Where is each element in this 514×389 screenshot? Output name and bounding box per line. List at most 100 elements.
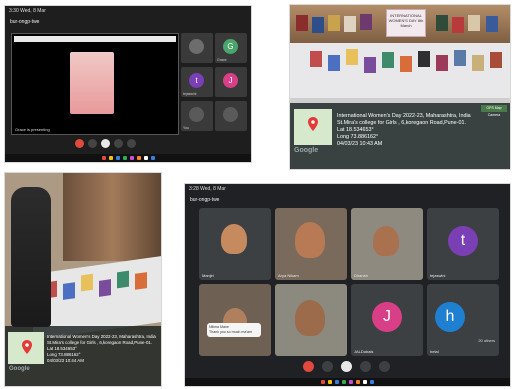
mic-button[interactable] — [341, 361, 352, 372]
app-icon[interactable] — [122, 156, 127, 160]
participant-tile[interactable] — [199, 284, 271, 356]
book — [296, 15, 308, 31]
status-bar: 3:28 Wed, 8 Mar — [189, 186, 226, 192]
app-icon[interactable] — [328, 380, 332, 384]
participant-video — [221, 224, 247, 254]
app-icon[interactable] — [356, 380, 360, 384]
participant-name: tejaswini — [183, 92, 197, 96]
participant-tile[interactable]: You — [181, 101, 213, 131]
participant-tile[interactable]: Dhansh — [351, 208, 423, 280]
participant-name: Arya Nikam — [278, 273, 299, 278]
raise-hand-button[interactable] — [360, 361, 371, 372]
others-count-button[interactable]: 20 others — [475, 336, 498, 345]
participant-avatar: J — [372, 302, 402, 332]
camera-button[interactable] — [322, 361, 333, 372]
participant-tile[interactable]: t tejaswini — [181, 67, 213, 97]
meeting-screenshot-bottom: 3:28 Wed, 8 Mar bur-ongp-twe Manjiri Ary… — [184, 183, 511, 387]
participant-tile[interactable] — [215, 101, 247, 131]
app-icon[interactable] — [108, 156, 113, 160]
book — [310, 51, 322, 67]
participant-name: Grace — [217, 58, 227, 62]
app-icon[interactable] — [115, 156, 120, 160]
app-dock — [185, 378, 510, 386]
meeting-code[interactable]: bur-ongp-twe — [190, 197, 219, 203]
map-pin-icon — [22, 340, 32, 354]
app-icon[interactable] — [363, 380, 367, 384]
participant-tile[interactable]: t tejaswini — [427, 208, 499, 280]
app-icon[interactable] — [342, 380, 346, 384]
book — [486, 16, 498, 32]
gps-camera-badge: GPS Map Camera — [481, 105, 507, 117]
call-controls — [75, 139, 136, 149]
app-icon[interactable] — [150, 156, 155, 160]
chat-bubble[interactable]: Nilima Mane Thank you so much ma'am — [207, 323, 261, 337]
meeting-code[interactable]: bur-ongp-twe — [10, 19, 39, 25]
participant-avatar: h — [435, 302, 465, 332]
screen-share-view[interactable]: Grace is presenting — [11, 33, 179, 135]
app-icon[interactable] — [143, 156, 148, 160]
end-call-button[interactable] — [303, 361, 314, 372]
participant-name: JALDubals — [354, 349, 374, 354]
book — [472, 55, 484, 71]
chat-message: Thank you so much ma'am — [209, 329, 253, 334]
geotag-latitude: Lat 18.534653° — [337, 127, 374, 133]
camera-button[interactable] — [88, 139, 97, 148]
participant-avatar — [189, 107, 204, 122]
display-table — [290, 43, 510, 98]
participant-video — [373, 226, 399, 256]
app-icon[interactable] — [370, 380, 374, 384]
app-icon[interactable] — [136, 156, 141, 160]
participant-tile[interactable]: J — [215, 67, 247, 97]
participant-tile[interactable]: Manjiri — [199, 208, 271, 280]
participant-tile[interactable]: h hetal — [427, 284, 499, 356]
participant-tile[interactable] — [181, 33, 213, 63]
book — [468, 15, 480, 31]
book — [418, 51, 430, 67]
participant-name: tejaswini — [430, 273, 446, 278]
womens-day-banner: INTERNATIONAL WOMEN'S DAY 8th March — [386, 9, 426, 37]
book — [360, 14, 372, 30]
participant-name: hetal — [430, 349, 439, 354]
book — [312, 17, 324, 33]
app-icon[interactable] — [321, 380, 325, 384]
participant-avatar: G — [223, 39, 238, 54]
end-call-button[interactable] — [75, 139, 84, 148]
app-icon[interactable] — [101, 156, 106, 160]
meeting-header: bur-ongp-twe — [185, 194, 510, 206]
geotag-title: International Women's Day 2022-23, Mahar… — [337, 113, 471, 119]
book — [382, 52, 394, 68]
participant-tile[interactable]: G Grace — [215, 33, 247, 63]
participant-tile[interactable] — [275, 284, 347, 356]
book — [328, 55, 340, 71]
more-options-button[interactable] — [379, 361, 390, 372]
geotag-timestamp: 04/03/23 10:43 AM — [337, 141, 383, 147]
app-icon[interactable] — [335, 380, 339, 384]
mic-button[interactable] — [101, 139, 110, 148]
more-options-button[interactable] — [127, 139, 136, 148]
library-photo: Google International Women's Day 2022-23… — [4, 172, 162, 387]
geotag-address: St.Mira's college for Girls , 6,koregaon… — [337, 120, 466, 126]
geotag-overlay: Google GPS Map Camera International Wome… — [290, 103, 510, 169]
map-pin-icon — [308, 117, 318, 131]
raise-hand-button[interactable] — [114, 139, 123, 148]
participant-name: You — [183, 126, 189, 130]
book — [63, 282, 75, 300]
app-dock — [5, 154, 251, 162]
geotag-longitude: Long 73.886162° — [337, 134, 379, 140]
participant-avatar: t — [448, 226, 478, 256]
participant-video — [295, 300, 325, 336]
shared-window-titlebar — [14, 36, 176, 42]
participant-avatar: J — [223, 73, 238, 88]
book — [99, 279, 111, 297]
participant-tile[interactable]: J JALDubals — [351, 284, 423, 356]
map-thumbnail — [294, 109, 332, 145]
book — [135, 272, 147, 290]
app-icon[interactable] — [129, 156, 134, 160]
participant-avatar — [189, 39, 204, 54]
participant-avatar — [223, 107, 238, 122]
participant-tile[interactable]: Arya Nikam — [275, 208, 347, 280]
book — [452, 17, 464, 33]
geotag-timestamp: 04/03/23 10:44 AM — [47, 358, 84, 363]
app-icon[interactable] — [349, 380, 353, 384]
book — [81, 273, 93, 292]
